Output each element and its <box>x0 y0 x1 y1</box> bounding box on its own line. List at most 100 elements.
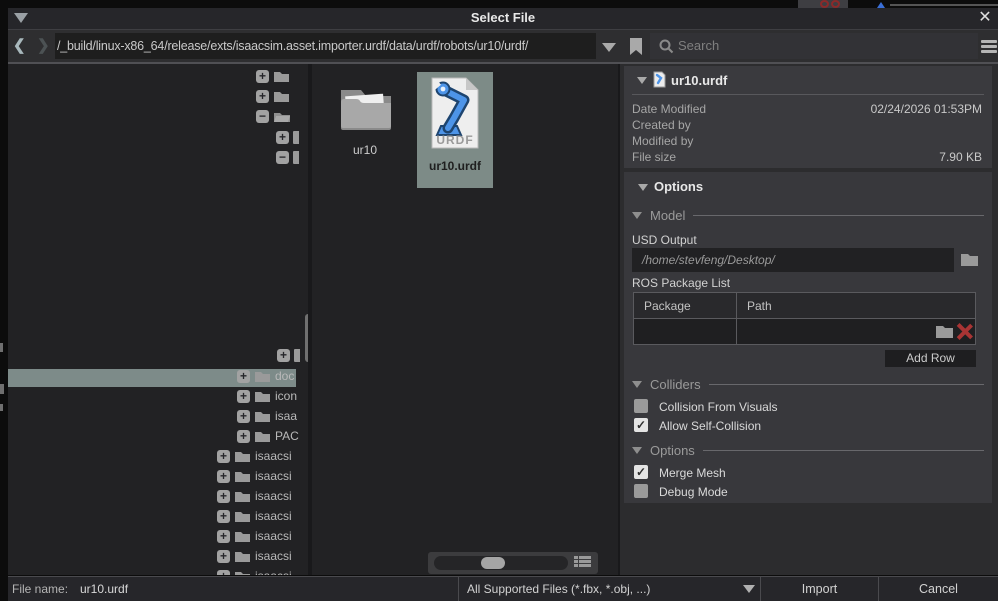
tree-row[interactable]: + isaacsi <box>217 469 292 483</box>
dialog-title: Select File <box>8 10 998 25</box>
path-cell[interactable] <box>737 319 976 345</box>
expand-icon[interactable]: + <box>217 550 230 563</box>
expand-icon[interactable]: + <box>217 450 230 463</box>
browse-folder-icon[interactable] <box>935 324 954 339</box>
folder-icon <box>254 370 271 383</box>
usd-output-input[interactable]: /home/stevfeng/Desktop/ <box>632 248 954 272</box>
info-label: Modified by <box>632 134 693 148</box>
expand-icon[interactable]: + <box>217 510 230 523</box>
divider <box>632 94 984 95</box>
folder-icon <box>234 490 251 503</box>
checkbox-label: Debug Mode <box>659 485 728 499</box>
merge-mesh-checkbox[interactable]: ✓ <box>634 465 648 479</box>
divider <box>693 215 984 216</box>
path-input[interactable]: /_build/linux-x86_64/release/exts/isaacs… <box>55 33 596 59</box>
table-header-path: Path <box>737 293 976 319</box>
browse-folder-icon[interactable] <box>960 252 979 267</box>
expand-icon[interactable]: + <box>237 390 250 403</box>
usd-output-label: USD Output <box>632 233 697 247</box>
import-options-section: Options Model USD Output /home/stevfeng/… <box>624 172 992 503</box>
expand-icon[interactable]: + <box>217 490 230 503</box>
collapse-icon[interactable]: − <box>276 151 289 164</box>
tree-row[interactable]: + isaacsi <box>217 549 292 563</box>
tree-row[interactable]: − <box>256 110 295 123</box>
close-icon[interactable]: ✕ <box>975 8 995 28</box>
folder-icon <box>254 410 271 423</box>
slider-thumb[interactable] <box>481 557 505 569</box>
expand-icon[interactable]: + <box>237 430 250 443</box>
tree-row[interactable]: + isaacsi <box>217 569 292 575</box>
forward-icon: ❯ <box>37 38 50 54</box>
file-type-dropdown[interactable]: All Supported Files (*.fbx, *.obj, ...) <box>459 576 760 601</box>
tree-row[interactable]: + isaa <box>237 409 297 423</box>
tree-row[interactable]: + isaacsi <box>217 529 292 543</box>
tree-row[interactable]: + isaacsi <box>217 489 292 503</box>
path-dropdown-icon[interactable] <box>602 43 616 52</box>
expand-icon[interactable]: + <box>256 90 269 103</box>
list-view-icon[interactable] <box>574 556 591 568</box>
collapse-icon[interactable] <box>632 381 642 388</box>
file-name-input[interactable]: ur10.urdf <box>80 577 128 601</box>
allow-self-collision-checkbox[interactable]: ✓ <box>634 418 648 432</box>
collapse-icon[interactable] <box>638 184 648 191</box>
colliders-subsection-header[interactable]: Colliders <box>632 377 984 392</box>
expand-icon[interactable]: + <box>256 70 269 83</box>
options-subsection-header[interactable]: Options <box>632 443 984 458</box>
tree-row[interactable]: − <box>276 151 303 164</box>
path-text: /_build/linux-x86_64/release/exts/isaacs… <box>55 33 596 59</box>
table-row[interactable] <box>634 319 976 345</box>
checkbox-label: Allow Self-Collision <box>659 419 761 433</box>
tree-row[interactable]: + PAC <box>237 429 299 443</box>
expand-icon[interactable]: + <box>217 570 230 576</box>
folder-icon <box>234 550 251 563</box>
file-item-urdf[interactable]: URDF ur10.urdf <box>417 72 493 188</box>
import-button[interactable]: Import <box>761 577 878 601</box>
select-file-dialog: Select File ✕ ❮ ❯ /_build/linux-x86_64/r… <box>0 0 998 601</box>
tree-row[interactable]: + isaacsi <box>217 449 292 463</box>
info-label: File size <box>632 150 676 164</box>
tree-row[interactable]: + icon <box>237 389 297 403</box>
checkbox-label: Collision From Visuals <box>659 400 777 414</box>
collapse-icon[interactable] <box>632 447 642 454</box>
delete-row-icon[interactable] <box>956 323 973 340</box>
expand-icon[interactable]: + <box>237 370 250 383</box>
folder-icon <box>234 570 251 576</box>
file-grid-panel: ur10 URDF ur10.urdf <box>312 64 618 575</box>
add-row-button[interactable]: Add Row <box>885 350 976 367</box>
tree-row[interactable]: + <box>276 131 303 144</box>
package-cell[interactable] <box>634 319 737 345</box>
collision-from-visuals-checkbox[interactable] <box>634 399 648 413</box>
tree-row[interactable]: + doc <box>237 369 294 383</box>
background-fragment <box>0 404 3 411</box>
background-fragment <box>820 0 829 8</box>
collapse-icon[interactable] <box>632 212 642 219</box>
search-input[interactable]: Search <box>650 33 978 59</box>
urdf-file-small-icon <box>653 71 666 88</box>
file-item-folder[interactable]: ur10 <box>327 72 403 188</box>
expand-icon[interactable]: + <box>276 131 289 144</box>
expand-icon[interactable]: + <box>277 349 290 362</box>
svg-text:URDF: URDF <box>436 133 473 147</box>
menu-icon[interactable] <box>981 40 997 55</box>
thumbnail-size-slider[interactable] <box>428 552 598 574</box>
expand-icon[interactable]: + <box>237 410 250 423</box>
expand-icon[interactable]: + <box>217 470 230 483</box>
tree-row[interactable]: + <box>277 349 304 362</box>
tree-row[interactable]: + isaacsi <box>217 509 292 523</box>
tree-row[interactable]: + <box>256 70 294 83</box>
collapse-icon[interactable] <box>637 77 647 84</box>
background-fragment <box>0 384 4 394</box>
checkbox-label: Merge Mesh <box>659 466 726 480</box>
folder-icon <box>234 470 251 483</box>
search-placeholder: Search <box>650 33 978 59</box>
bookmark-icon[interactable] <box>629 37 643 56</box>
tree-row[interactable]: + <box>256 90 294 103</box>
debug-mode-checkbox[interactable] <box>634 484 648 498</box>
model-subsection-header[interactable]: Model <box>632 208 984 223</box>
back-icon[interactable]: ❮ <box>13 38 26 54</box>
clipped-file-icon <box>293 131 299 144</box>
expand-icon[interactable]: + <box>217 530 230 543</box>
info-value: 7.90 KB <box>744 150 982 164</box>
collapse-icon[interactable]: − <box>256 110 269 123</box>
cancel-button[interactable]: Cancel <box>879 577 998 601</box>
